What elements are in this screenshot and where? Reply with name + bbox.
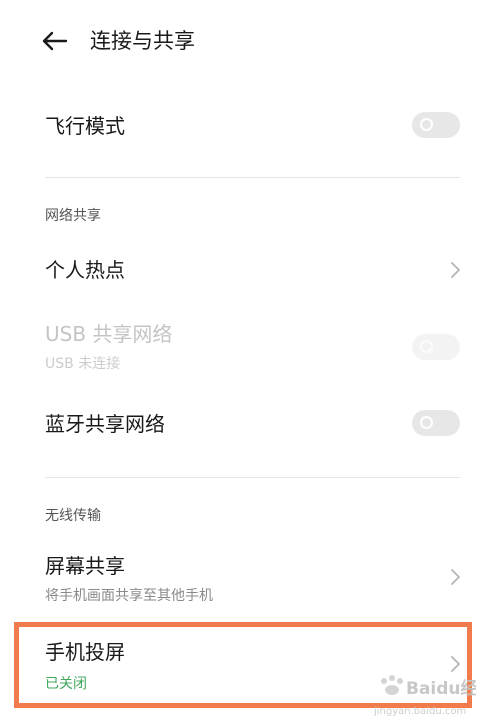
watermark-url: jingyan.baidu.com [373, 706, 466, 717]
phone-cast-label: 手机投屏 [45, 640, 125, 664]
divider [45, 477, 460, 478]
usb-tethering-label: USB 共享网络 [45, 322, 173, 346]
screen-sharing-description: 将手机画面共享至其他手机 [45, 588, 213, 604]
airplane-mode-row[interactable]: 飞行模式 [0, 96, 490, 156]
screen-sharing-label: 屏幕共享 [45, 554, 125, 578]
airplane-mode-toggle[interactable] [412, 112, 460, 138]
usb-tethering-toggle [412, 334, 460, 360]
top-bar: 连接与共享 [0, 0, 490, 82]
usb-tethering-row: USB 共享网络 USB 未连接 [0, 314, 490, 380]
screen-sharing-row[interactable]: 屏幕共享 将手机画面共享至其他手机 [0, 546, 490, 612]
section-header-network-sharing: 网络共享 [45, 208, 101, 224]
section-header-wireless-transfer: 无线传输 [45, 508, 101, 524]
usb-tethering-status: USB 未连接 [45, 356, 121, 372]
page-title: 连接与共享 [90, 29, 195, 53]
divider [45, 177, 460, 178]
personal-hotspot-label: 个人热点 [45, 258, 125, 282]
back-button[interactable] [38, 24, 72, 58]
arrow-left-icon [42, 31, 68, 51]
phone-cast-status: 已关闭 [45, 676, 87, 692]
bluetooth-tethering-row[interactable]: 蓝牙共享网络 [0, 396, 490, 456]
phone-cast-row[interactable]: 手机投屏 已关闭 [0, 632, 490, 702]
personal-hotspot-row[interactable]: 个人热点 [0, 240, 490, 300]
bluetooth-tethering-toggle[interactable] [412, 410, 460, 436]
chevron-right-icon [451, 656, 460, 672]
bluetooth-tethering-label: 蓝牙共享网络 [45, 412, 165, 436]
airplane-mode-label: 飞行模式 [45, 114, 125, 138]
chevron-right-icon [451, 262, 460, 278]
chevron-right-icon [451, 569, 460, 585]
